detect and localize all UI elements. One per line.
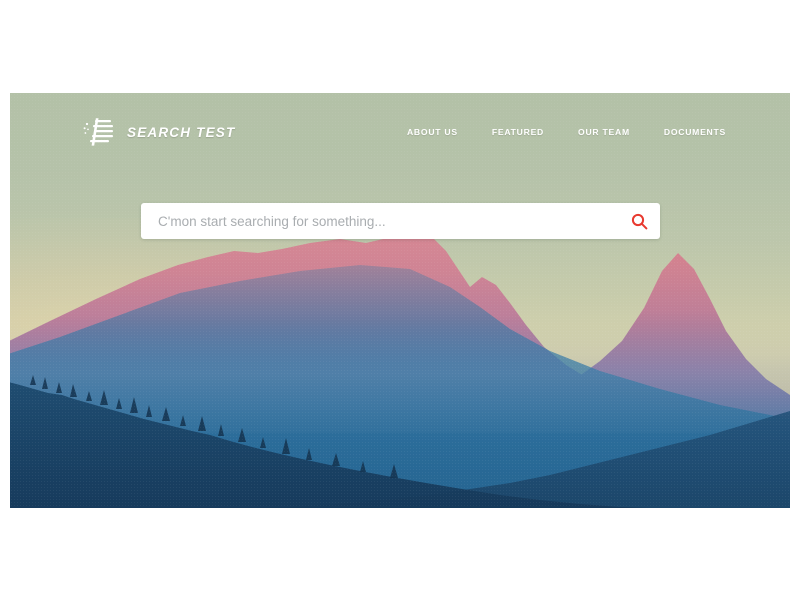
- brand-logo[interactable]: SEARCH TEST: [82, 116, 235, 148]
- brand-name: SEARCH TEST: [127, 124, 236, 140]
- site-header: SEARCH TEST ABOUT US FEATURED OUR TEAM D…: [10, 93, 790, 171]
- search-submit-button[interactable]: [618, 203, 660, 239]
- page-root: SEARCH TEST ABOUT US FEATURED OUR TEAM D…: [0, 0, 800, 600]
- nav-item-our-team[interactable]: OUR TEAM: [578, 127, 630, 137]
- main-navigation: ABOUT US FEATURED OUR TEAM DOCUMENTS: [407, 127, 726, 137]
- search-icon: [631, 213, 647, 229]
- search-bar: [141, 203, 660, 239]
- nav-item-documents[interactable]: DOCUMENTS: [664, 127, 726, 137]
- speed-lines-icon: [83, 118, 113, 146]
- hero-banner: SEARCH TEST ABOUT US FEATURED OUR TEAM D…: [10, 93, 790, 508]
- search-input[interactable]: [141, 203, 618, 239]
- nav-item-about-us[interactable]: ABOUT US: [407, 127, 458, 137]
- nav-item-featured[interactable]: FEATURED: [492, 127, 544, 137]
